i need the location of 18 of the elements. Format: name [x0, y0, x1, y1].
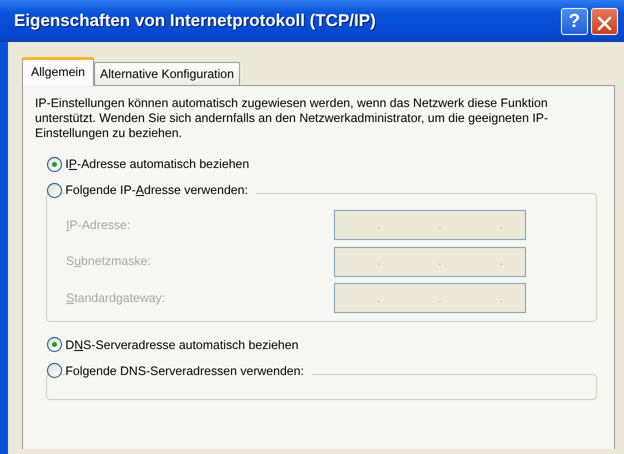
radio-button[interactable]	[47, 337, 62, 352]
tab[interactable]: Alternative Konfiguration	[94, 62, 240, 86]
field-label: Standardgateway:	[66, 290, 166, 306]
radio-option[interactable]: IP-Adresse automatisch beziehen	[35, 151, 602, 178]
description-text: IP-Einstellungen können automatisch zugewiesen werden, wenn das Netzwerk diese Funktion unterstützt. Wenden Sie sich andernfalls an den Netzwerkadministrator, um die geeigneten IP-Einstellungen zu beziehen.	[35, 96, 550, 142]
close-button[interactable]	[590, 8, 618, 34]
tab[interactable]: Allgemein	[22, 57, 94, 86]
radio-option[interactable]: Folgende DNS-Serveradressen verwenden:	[35, 358, 602, 384]
close-icon	[596, 14, 613, 32]
radio-option[interactable]: DNS-Serveradresse automatisch beziehen	[35, 332, 602, 358]
radio-button[interactable]	[47, 156, 62, 172]
field-label: Subnetzmaske:	[66, 253, 152, 270]
radio-button[interactable]	[47, 182, 62, 198]
radio-option[interactable]: Folgende IP-Adresse verwenden:	[35, 177, 602, 204]
window-title: Eigenschaften von Internetprotokoll (TCP/IP)	[14, 10, 376, 32]
radio-button[interactable]	[47, 363, 62, 378]
help-button[interactable]: ?	[560, 8, 588, 34]
field-label: IP-Adresse:	[66, 217, 132, 234]
